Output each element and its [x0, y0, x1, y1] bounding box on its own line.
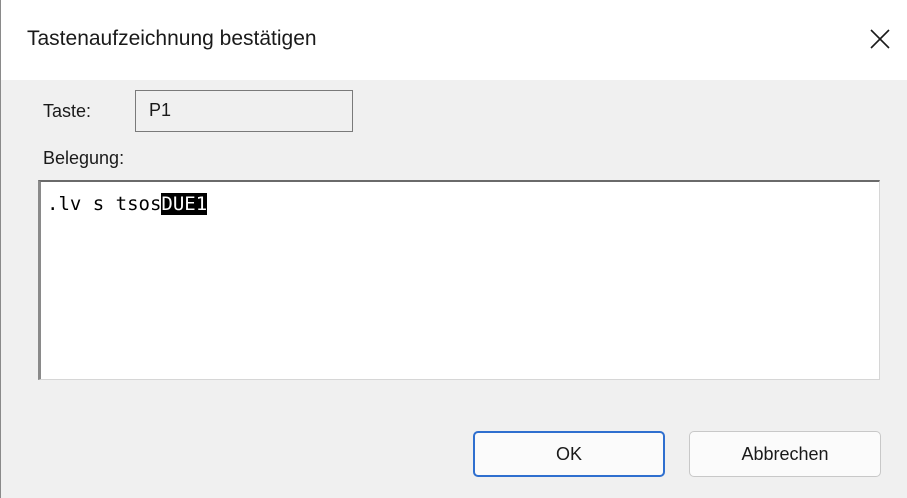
key-field: P1	[135, 90, 353, 132]
close-icon	[870, 29, 890, 49]
selected-text: DUE1	[161, 193, 208, 215]
dialog-title: Tastenaufzeichnung bestätigen	[27, 27, 317, 50]
title-bar: Tastenaufzeichnung bestätigen	[1, 0, 907, 80]
ok-button[interactable]: OK	[473, 431, 665, 477]
cancel-button[interactable]: Abbrechen	[689, 431, 881, 477]
assignment-text: .lv s tsos	[47, 193, 162, 215]
dialog-window: Tastenaufzeichnung bestätigen Taste: P1 …	[0, 0, 907, 498]
key-label: Taste:	[43, 101, 92, 121]
assignment-textarea[interactable]: .lv s tsosDUE1	[38, 180, 880, 380]
close-button[interactable]	[853, 12, 907, 66]
assignment-label: Belegung:	[43, 148, 125, 168]
